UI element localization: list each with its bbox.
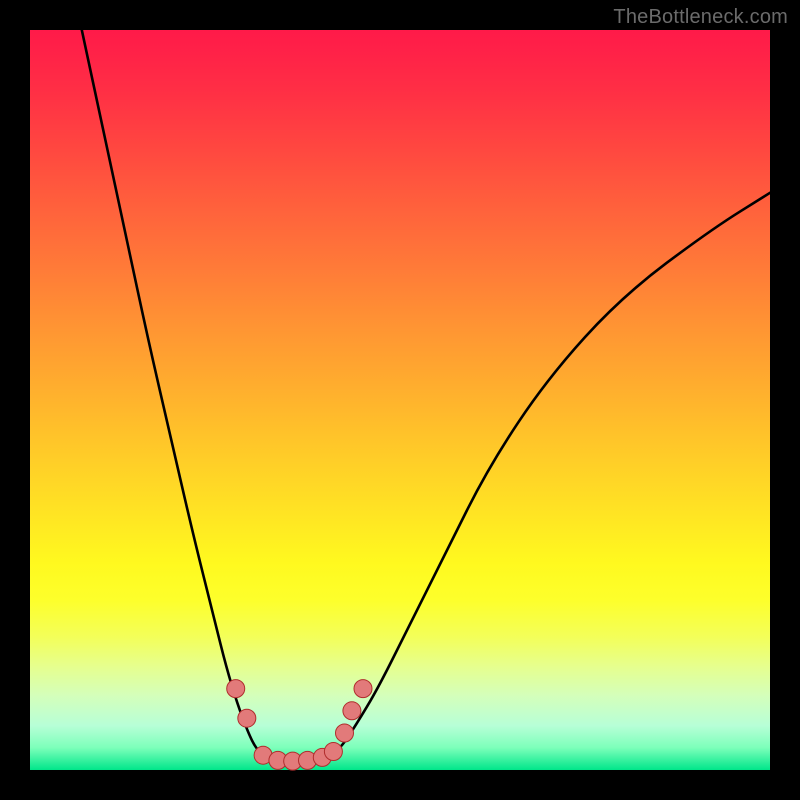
bottleneck-curve	[82, 30, 770, 761]
curve-marker	[336, 724, 354, 742]
plot-area	[30, 30, 770, 770]
curve-layer	[30, 30, 770, 770]
curve-marker	[354, 680, 372, 698]
curve-marker	[238, 709, 256, 727]
curve-marker	[227, 680, 245, 698]
curve-marker	[324, 743, 342, 761]
curve-marker	[343, 702, 361, 720]
watermark-text: TheBottleneck.com	[613, 6, 788, 29]
chart-stage: TheBottleneck.com	[0, 0, 800, 800]
curve-markers	[227, 680, 372, 771]
